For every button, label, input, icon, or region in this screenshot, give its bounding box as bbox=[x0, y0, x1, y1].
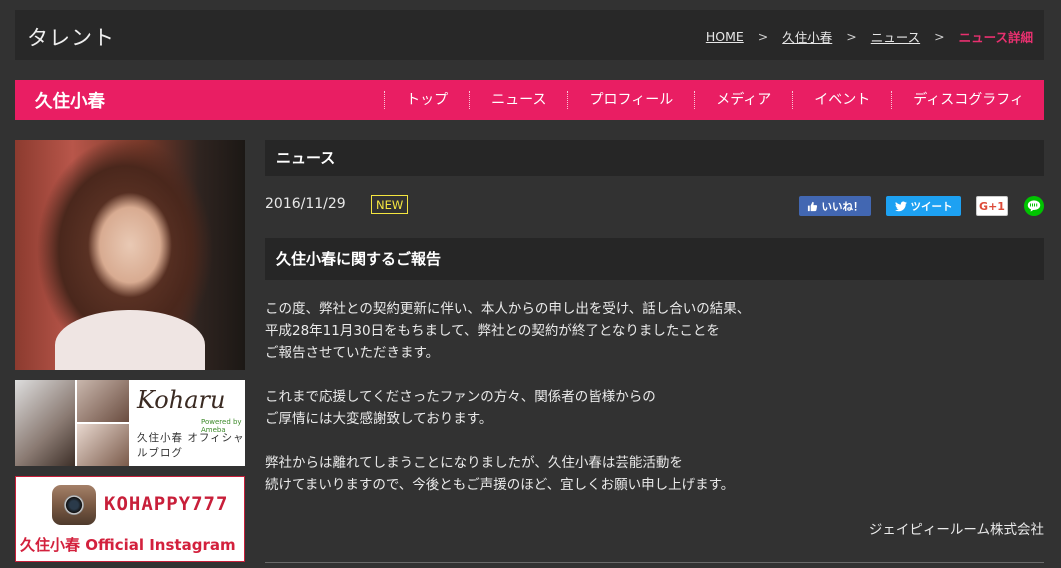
article-line: 弊社からは離れてしまうことになりましたが、久住小春は芸能活動を bbox=[265, 455, 683, 471]
news-section-header: ニュース bbox=[265, 140, 1044, 176]
article-line: この度、弊社との契約更新に伴い、本人からの申し出を受け、話し合いの結果、 bbox=[265, 301, 751, 317]
content-divider bbox=[265, 562, 1044, 563]
tweet-label: ツイート bbox=[910, 200, 953, 213]
talent-nav-media[interactable]: メディア bbox=[694, 91, 792, 109]
photo-shirt bbox=[55, 310, 205, 370]
blog-thumb-2 bbox=[77, 380, 129, 422]
talent-nav-profile[interactable]: プロフィール bbox=[567, 91, 694, 109]
breadcrumb-talent-link[interactable]: 久住小春 bbox=[782, 27, 832, 46]
talent-nav-bar: 久住小春 トップ ニュース プロフィール メディア イベント ディスコグラフィ bbox=[15, 80, 1044, 120]
blog-thumb-3 bbox=[77, 424, 129, 466]
company-signature: ジェイピィールーム株式会社 bbox=[868, 522, 1044, 538]
article-line: 平成28年11月30日をもちまして、弊社との契約が終了となりましたことを bbox=[265, 323, 720, 339]
article-title: 久住小春に関するご報告 bbox=[265, 238, 1044, 280]
main-content: ニュース 2016/11/29 NEW いいね！ ツイート G+1 久住小春に関… bbox=[265, 140, 1044, 563]
article-body: この度、弊社との契約更新に伴い、本人からの申し出を受け、話し合いの結果、 平成2… bbox=[265, 298, 1044, 518]
social-buttons: いいね！ ツイート G+1 bbox=[799, 196, 1044, 216]
talent-nav-event[interactable]: イベント bbox=[792, 91, 891, 109]
thumbs-up-icon bbox=[807, 201, 817, 211]
camera-lens bbox=[64, 495, 84, 515]
breadcrumb-home-link[interactable]: HOME bbox=[706, 29, 744, 44]
line-share-button[interactable] bbox=[1024, 196, 1044, 216]
article-line: これまで応援してくださったファンの方々、関係者の皆様からの bbox=[265, 389, 656, 405]
talent-nav-top[interactable]: トップ bbox=[384, 91, 469, 109]
sidebar: Koharu Powered by Ameba 久住小春 オフィシャルブログ K… bbox=[15, 140, 245, 562]
blog-subtitle: 久住小春 オフィシャルブログ bbox=[137, 432, 245, 459]
breadcrumb-separator: > bbox=[934, 29, 945, 44]
article-paragraph: これまで応援してくださったファンの方々、関係者の皆様からの ご厚情には大変感謝致… bbox=[265, 386, 1044, 430]
instagram-banner[interactable]: KOHAPPY777 久住小春 Official Instagram bbox=[15, 476, 245, 562]
facebook-like-button[interactable]: いいね！ bbox=[799, 196, 871, 216]
talent-nav: トップ ニュース プロフィール メディア イベント ディスコグラフィ bbox=[384, 80, 1044, 120]
talent-photo bbox=[15, 140, 245, 370]
blog-thumb-1 bbox=[15, 380, 75, 466]
google-plus-button[interactable]: G+1 bbox=[976, 196, 1008, 216]
article-line: ご報告させていただきます。 bbox=[265, 345, 440, 361]
breadcrumb: HOME > 久住小春 > ニュース > ニュース詳細 bbox=[706, 27, 1033, 46]
twitter-bird-icon bbox=[894, 201, 907, 211]
article-line: 続けてまいりますので、今後ともご声援のほど、宜しくお願い申し上げます。 bbox=[265, 477, 735, 493]
talent-name: 久住小春 bbox=[35, 92, 105, 112]
line-icon bbox=[1027, 200, 1041, 212]
talent-nav-discography[interactable]: ディスコグラフィ bbox=[891, 91, 1044, 109]
top-header-bar: タレント HOME > 久住小春 > ニュース > ニュース詳細 bbox=[15, 10, 1044, 60]
blog-logo-text: Koharu bbox=[137, 386, 226, 414]
new-badge: NEW bbox=[371, 195, 409, 214]
breadcrumb-current: ニュース詳細 bbox=[958, 30, 1033, 45]
instagram-camera-icon bbox=[52, 485, 96, 525]
breadcrumb-news-link[interactable]: ニュース bbox=[871, 27, 920, 46]
instagram-caption: 久住小春 Official Instagram bbox=[20, 536, 236, 554]
breadcrumb-separator: > bbox=[757, 29, 769, 44]
official-blog-banner[interactable]: Koharu Powered by Ameba 久住小春 オフィシャルブログ bbox=[15, 380, 245, 466]
instagram-handle: KOHAPPY777 bbox=[104, 493, 229, 515]
talent-nav-news[interactable]: ニュース bbox=[469, 91, 567, 109]
article-paragraph: この度、弊社との契約更新に伴い、本人からの申し出を受け、話し合いの結果、 平成2… bbox=[265, 298, 1044, 364]
like-label: いいね！ bbox=[821, 200, 864, 213]
twitter-tweet-button[interactable]: ツイート bbox=[886, 196, 961, 216]
article-paragraph: 弊社からは離れてしまうことになりましたが、久住小春は芸能活動を 続けてまいります… bbox=[265, 452, 1044, 496]
breadcrumb-separator: > bbox=[846, 29, 857, 44]
article-line: ご厚情には大変感謝致しております。 bbox=[265, 411, 493, 427]
section-title: タレント bbox=[27, 26, 115, 50]
news-date: 2016/11/29 bbox=[265, 196, 346, 212]
